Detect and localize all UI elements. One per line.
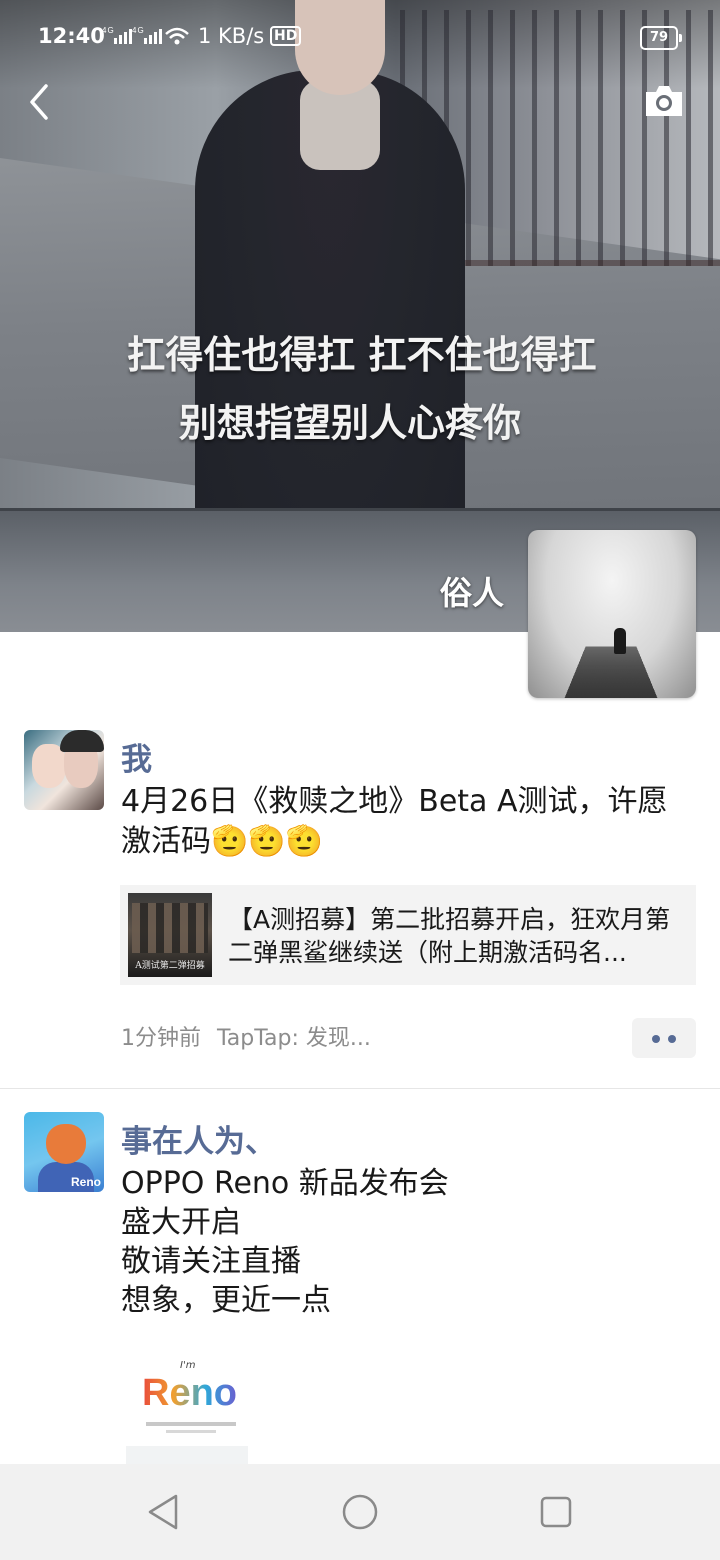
status-time: 12:40 bbox=[38, 24, 105, 48]
camera-icon bbox=[646, 86, 682, 116]
post-text: 4月26日《救赎之地》Beta A测试，许愿激活码🫡🫡🫡 bbox=[121, 782, 691, 862]
post-image[interactable]: I'm Reno bbox=[126, 1340, 248, 1464]
image-tagline: I'm bbox=[180, 1360, 196, 1371]
link-title: 【A测招募】第二批招募开启，狂欢月第二弹黑鲨继续送（附上期激活码名... bbox=[228, 905, 671, 967]
status-bar: 12:40 4G 4G 1 KB/s HD 79 bbox=[0, 0, 720, 74]
image-subtitle bbox=[146, 1422, 236, 1426]
post-source[interactable]: TapTap: 发现... bbox=[217, 1026, 371, 1051]
signal-icon: 4G 4G bbox=[102, 24, 190, 53]
network-speed: 1 KB/s bbox=[198, 24, 265, 48]
svg-text:4G: 4G bbox=[102, 26, 115, 35]
back-button[interactable] bbox=[22, 80, 62, 124]
profile-name[interactable]: 俗人 bbox=[440, 568, 504, 614]
image-lower-panel bbox=[126, 1446, 248, 1464]
svg-text:4G: 4G bbox=[132, 26, 145, 35]
post-meta: 1分钟前 TapTap: 发现... bbox=[121, 1020, 371, 1052]
more-dot-icon bbox=[652, 1035, 660, 1043]
thumbnail-caption: A测试第二弹招募 bbox=[135, 961, 205, 971]
system-nav-bar bbox=[0, 1464, 720, 1560]
battery-icon: 79 bbox=[640, 26, 682, 50]
feed-post: Reno 事在人为、 OPPO Reno 新品发布会 盛大开启 敬请关注直播 想… bbox=[0, 1112, 720, 1464]
image-date bbox=[166, 1430, 216, 1433]
feed-post: 我 4月26日《救赎之地》Beta A测试，许愿激活码🫡🫡🫡 A测试第二弹招募 … bbox=[0, 730, 720, 1089]
nav-home-button[interactable] bbox=[338, 1490, 382, 1534]
profile-avatar[interactable] bbox=[528, 530, 696, 698]
circle-home-icon bbox=[342, 1494, 378, 1530]
post-text-body: 4月26日《救赎之地》Beta A测试，许愿激活码 bbox=[121, 784, 668, 859]
cover-caption-line1: 扛得住也得扛 扛不住也得扛 bbox=[127, 333, 597, 377]
more-options-button[interactable] bbox=[632, 1018, 696, 1058]
avatar-badge: Reno bbox=[71, 1175, 101, 1189]
avatar-person bbox=[614, 628, 626, 654]
saluting-face-icon: 🫡 bbox=[211, 824, 249, 859]
shared-link-card[interactable]: A测试第二弹招募 【A测招募】第二批招募开启，狂欢月第二弹黑鲨继续送（附上期激活… bbox=[120, 885, 696, 985]
triangle-back-icon bbox=[148, 1494, 178, 1530]
link-thumbnail: A测试第二弹招募 bbox=[128, 893, 212, 977]
camera-button[interactable] bbox=[642, 82, 686, 122]
saluting-face-icon: 🫡 bbox=[248, 824, 286, 859]
post-author[interactable]: 我 bbox=[121, 734, 152, 779]
more-dot-icon bbox=[668, 1035, 676, 1043]
avatar-hair bbox=[60, 730, 104, 752]
avatar-fox bbox=[46, 1124, 86, 1164]
square-recents-icon bbox=[540, 1496, 572, 1528]
chevron-left-icon bbox=[30, 84, 48, 120]
avatar-pier bbox=[554, 646, 668, 698]
hd-badge: HD bbox=[270, 26, 302, 46]
thumbnail-figures bbox=[132, 903, 208, 953]
post-author[interactable]: 事在人为、 bbox=[121, 1116, 276, 1161]
post-time: 1分钟前 bbox=[121, 1026, 201, 1051]
avatar[interactable]: Reno bbox=[24, 1112, 104, 1192]
cover-caption-line2: 别想指望别人心疼你 bbox=[178, 401, 521, 445]
reno-logo: Reno bbox=[142, 1372, 237, 1414]
post-text: OPPO Reno 新品发布会 盛大开启 敬请关注直播 想象，更近一点 bbox=[121, 1166, 449, 1318]
avatar[interactable] bbox=[24, 730, 104, 810]
nav-recents-button[interactable] bbox=[534, 1490, 578, 1534]
saluting-face-icon: 🫡 bbox=[285, 824, 324, 859]
nav-back-button[interactable] bbox=[142, 1490, 186, 1534]
